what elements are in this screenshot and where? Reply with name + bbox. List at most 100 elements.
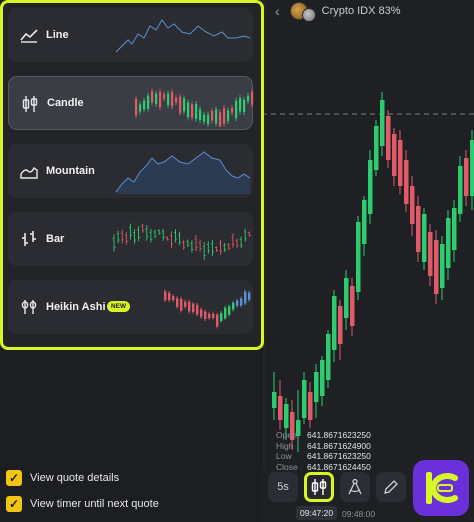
candle-preview [135, 88, 254, 127]
chart-type-heikin-ashi[interactable]: Heikin Ashi NEW [8, 280, 253, 334]
asset-selector[interactable]: ‹ Crypto IDX 83% [275, 0, 401, 22]
preview-candle [251, 91, 254, 105]
chart-type-button[interactable] [304, 472, 334, 502]
candle-body [440, 244, 445, 288]
preview-candle [176, 298, 179, 307]
crypto-coin-icon [301, 8, 316, 22]
candle-body [464, 158, 469, 196]
preview-candle [235, 100, 238, 119]
chart-type-bar[interactable]: Bar [8, 212, 253, 266]
preview-candle [243, 99, 246, 112]
preview-candle [168, 293, 171, 301]
preview-candle [228, 306, 231, 315]
candle-body [350, 286, 355, 326]
chart-type-label: Candle [47, 97, 84, 109]
mountain-preview [115, 151, 251, 194]
heikin-ashi-preview [164, 289, 251, 329]
high-value: 641.8671624900 [307, 440, 371, 451]
chart-type-label: Line [46, 29, 69, 41]
brand-logo-icon [426, 472, 458, 504]
candle-body [338, 306, 343, 344]
timeframe-button[interactable]: 5s [268, 472, 298, 502]
preview-candle [163, 94, 166, 99]
preview-candle [192, 303, 195, 312]
preview-candle [204, 311, 207, 320]
chart-type-mountain[interactable]: Mountain [8, 144, 253, 198]
low-label: Low [276, 451, 292, 461]
checkbox-checked-icon[interactable]: ✓ [6, 470, 22, 486]
preview-candle [239, 98, 242, 112]
preview-candle [155, 93, 158, 104]
chart-type-label: Mountain [46, 165, 95, 177]
pencil-button[interactable] [376, 472, 406, 502]
preview-candle [151, 91, 154, 103]
compass-icon [348, 478, 362, 495]
preview-candle [175, 97, 178, 103]
candle-body [428, 232, 433, 276]
open-label: Open [276, 430, 297, 440]
preview-candle [183, 98, 186, 112]
candle-body [470, 140, 474, 196]
candle-body [410, 186, 415, 224]
chart-type-candle[interactable]: Candle [8, 76, 254, 130]
candle-body [380, 100, 385, 146]
preview-candle [231, 108, 234, 113]
preview-candle [187, 102, 190, 118]
candle-body [386, 116, 391, 160]
candle-body [356, 222, 361, 292]
close-value: 641.8671624450 [307, 461, 371, 472]
candle-body [446, 218, 451, 268]
preview-candle [207, 114, 210, 125]
preview-candle [236, 300, 239, 306]
preview-candle [240, 298, 243, 306]
candle-chart-icon [311, 479, 327, 495]
candle-body [416, 206, 421, 252]
candle-body [362, 200, 367, 244]
candle-body [404, 160, 409, 204]
preview-candle [232, 302, 235, 310]
drawing-tools-button[interactable] [340, 472, 370, 502]
candle-chart-icon [22, 96, 38, 112]
preview-candle [135, 98, 138, 116]
timer-option[interactable]: ✓ View timer until next quote [6, 496, 159, 512]
candle-body [422, 214, 427, 262]
preview-candle [216, 314, 219, 327]
chart-type-menu: Line Candle Mountain Bar Heikin Ashi NEW [0, 0, 264, 350]
preview-candle [212, 313, 215, 318]
heikin-ashi-icon [21, 300, 37, 314]
bar-preview [112, 223, 251, 260]
preview-candle [167, 93, 170, 106]
preview-candle [143, 100, 146, 110]
preview-candle [199, 109, 202, 121]
bar-chart-icon [22, 231, 36, 246]
preview-candle [164, 291, 167, 301]
brand-logo [413, 460, 469, 516]
preview-candle [195, 104, 198, 119]
candle-body [284, 404, 289, 428]
candle-body [398, 140, 403, 186]
preview-candle [147, 95, 150, 109]
preview-candle [179, 96, 182, 113]
option-label: View timer until next quote [30, 498, 159, 510]
candle-body [452, 208, 457, 250]
preview-candle [248, 292, 251, 300]
low-value: 641.8671623250 [307, 451, 371, 461]
candle-body [320, 360, 325, 396]
checkbox-checked-icon[interactable]: ✓ [6, 496, 22, 512]
preview-candle [247, 95, 250, 102]
preview-candle [224, 307, 227, 319]
line-preview [115, 19, 251, 53]
close-label: Close [276, 461, 298, 472]
chevron-left-icon[interactable]: ‹ [275, 3, 280, 19]
preview-candle [211, 110, 214, 121]
preview-candle [180, 298, 183, 311]
candle-body [392, 134, 397, 176]
chart-type-label: Heikin Ashi [46, 301, 106, 313]
preview-candle [244, 291, 247, 304]
candle-body [308, 392, 313, 420]
line-chart-icon [20, 29, 38, 43]
chart-type-line[interactable]: Line [8, 8, 253, 62]
high-label: High [276, 440, 294, 451]
preview-candle [184, 301, 187, 307]
quote-details-option[interactable]: ✓ View quote details [6, 470, 119, 486]
